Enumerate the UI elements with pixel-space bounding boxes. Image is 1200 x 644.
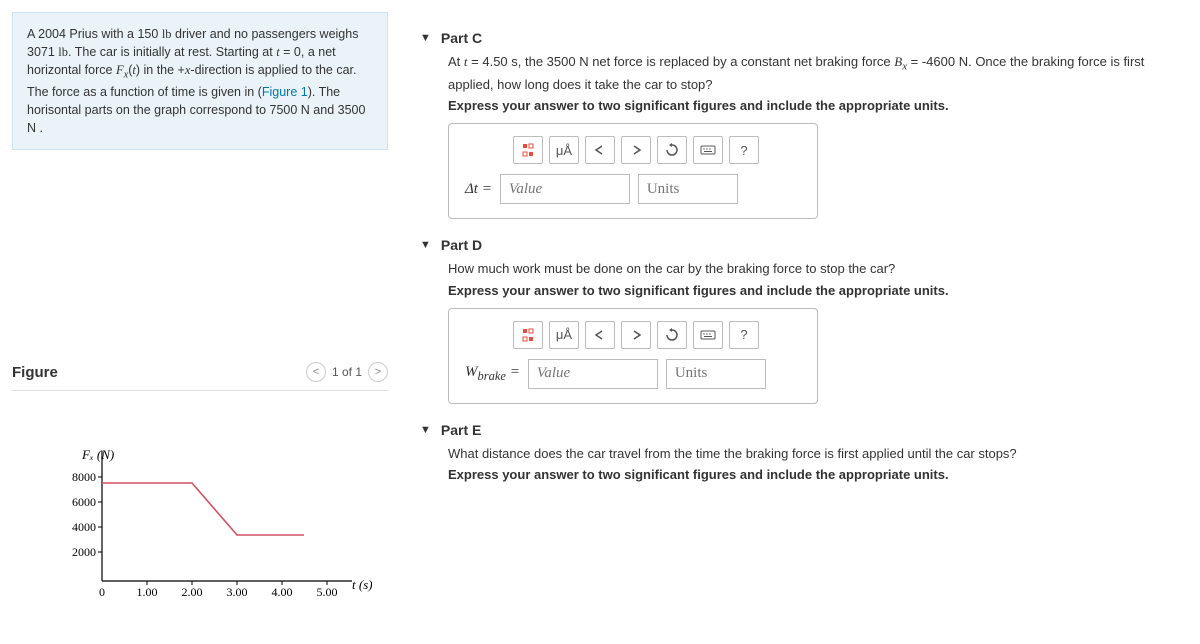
part-c-value-input[interactable]	[500, 174, 630, 204]
ytick-2000: 2000	[72, 545, 96, 559]
undo-button[interactable]	[585, 136, 615, 164]
ytick-4000: 4000	[72, 520, 96, 534]
ytick-8000: 8000	[72, 470, 96, 484]
figure-next-button[interactable]: >	[368, 362, 388, 382]
fraction-tool-button[interactable]	[513, 136, 543, 164]
figure-header: Figure < 1 of 1 >	[12, 360, 388, 391]
part-c-body: At t = 4.50 s, the 3500 N net force is r…	[420, 52, 1180, 219]
redo-button[interactable]	[621, 136, 651, 164]
part-d-question: How much work must be done on the car by…	[448, 259, 1180, 279]
part-d-toolbar: μÅ ?	[513, 321, 801, 349]
special-chars-button[interactable]: μÅ	[549, 136, 579, 164]
xtick-0: 0	[99, 585, 105, 599]
reset-button[interactable]	[657, 136, 687, 164]
xtick-4: 4.00	[272, 585, 293, 599]
part-d-answer-block: μÅ ? Wbrake =	[448, 308, 818, 404]
problem-statement: A 2004 Prius with a 150 lb driver and no…	[12, 12, 388, 150]
force-curve	[102, 483, 304, 535]
part-c-title: Part C	[441, 30, 482, 46]
part-c-header[interactable]: ▼ Part C	[420, 30, 1180, 46]
part-e-question: What distance does the car travel from t…	[448, 444, 1180, 464]
problem-text: A 2004 Prius with a 150 lb driver and no…	[27, 27, 365, 135]
part-c-label: Δt =	[465, 181, 492, 198]
caret-down-icon: ▼	[420, 239, 431, 251]
figure-plot: 2000 4000 6000 8000 0 1.00 2.00 3.00 4.0…	[52, 441, 388, 614]
caret-down-icon: ▼	[420, 424, 431, 436]
keyboard-button[interactable]	[693, 321, 723, 349]
part-d-label: Wbrake =	[465, 364, 520, 384]
part-e-header[interactable]: ▼ Part E	[420, 422, 1180, 438]
special-chars-button[interactable]: μÅ	[549, 321, 579, 349]
part-e-title: Part E	[441, 422, 481, 438]
fraction-tool-button[interactable]	[513, 321, 543, 349]
redo-button[interactable]	[621, 321, 651, 349]
figure-page: 1 of 1	[332, 365, 362, 379]
part-e-instruction: Express your answer to two significant f…	[448, 467, 1180, 482]
xtick-5: 5.00	[317, 585, 338, 599]
part-d-body: How much work must be done on the car by…	[420, 259, 1180, 404]
help-button[interactable]: ?	[729, 321, 759, 349]
part-d-title: Part D	[441, 237, 482, 253]
part-d-value-input[interactable]	[528, 359, 658, 389]
xtick-2: 2.00	[182, 585, 203, 599]
part-e-body: What distance does the car travel from t…	[420, 444, 1180, 483]
figure-nav: < 1 of 1 >	[306, 362, 388, 382]
part-d-units-input[interactable]	[666, 359, 766, 389]
part-d-instruction: Express your answer to two significant f…	[448, 283, 1180, 298]
figure-title: Figure	[12, 364, 58, 381]
part-c-instruction: Express your answer to two significant f…	[448, 98, 1180, 113]
caret-down-icon: ▼	[420, 32, 431, 44]
reset-button[interactable]	[657, 321, 687, 349]
part-c-question: At t = 4.50 s, the 3500 N net force is r…	[448, 52, 1180, 94]
part-c-toolbar: μÅ ?	[513, 136, 801, 164]
part-d-header[interactable]: ▼ Part D	[420, 237, 1180, 253]
xtick-3: 3.00	[227, 585, 248, 599]
keyboard-button[interactable]	[693, 136, 723, 164]
figure-prev-button[interactable]: <	[306, 362, 326, 382]
y-axis-label: Fₓ (N)	[81, 447, 114, 462]
ytick-6000: 6000	[72, 495, 96, 509]
undo-button[interactable]	[585, 321, 615, 349]
part-c-answer-block: μÅ ? Δt =	[448, 123, 818, 219]
help-button[interactable]: ?	[729, 136, 759, 164]
part-c-units-input[interactable]	[638, 174, 738, 204]
x-axis-label: t (s)	[352, 577, 372, 592]
xtick-1: 1.00	[137, 585, 158, 599]
